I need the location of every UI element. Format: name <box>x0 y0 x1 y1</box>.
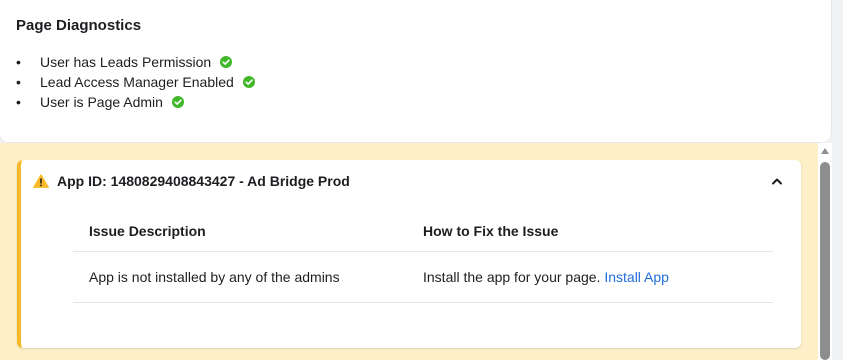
table-row: App is not installed by any of the admin… <box>73 252 773 303</box>
bullet: • <box>16 54 21 70</box>
diagnostics-list: • User has Leads Permission • Lead Acces… <box>16 52 255 112</box>
warning-icon <box>33 174 49 188</box>
diagnostics-item: • Lead Access Manager Enabled <box>16 72 255 92</box>
issue-description-cell: App is not installed by any of the admin… <box>89 269 340 285</box>
diagnostics-item-label: Lead Access Manager Enabled <box>40 74 234 90</box>
app-issue-header: App ID: 1480829408843427 - Ad Bridge Pro… <box>33 173 350 189</box>
table-header-row: Issue Description How to Fix the Issue <box>73 210 773 252</box>
chevron-up-icon[interactable] <box>771 176 783 186</box>
app-issue-title: App ID: 1480829408843427 - Ad Bridge Pro… <box>57 173 350 189</box>
app-issue-card: App ID: 1480829408843427 - Ad Bridge Pro… <box>17 160 801 348</box>
scrollbar-thumb[interactable] <box>820 162 830 360</box>
bullet: • <box>16 94 21 110</box>
bullet: • <box>16 74 21 90</box>
column-header-how-to-fix: How to Fix the Issue <box>423 222 559 239</box>
issue-table: Issue Description How to Fix the Issue A… <box>73 210 773 303</box>
page-diagnostics-card: Page Diagnostics • User has Leads Permis… <box>0 0 831 142</box>
check-icon <box>242 76 255 88</box>
diagnostics-item-label: User has Leads Permission <box>40 54 212 70</box>
diagnostics-item: • User has Leads Permission <box>16 52 255 72</box>
install-app-link[interactable]: Install App <box>604 269 669 285</box>
diagnostics-item-label: User is Page Admin <box>40 94 163 110</box>
check-icon <box>220 56 233 68</box>
fix-text: Install the app for your page. <box>423 269 605 285</box>
column-header-issue-description: Issue Description <box>89 222 206 239</box>
diagnostics-item: • User is Page Admin <box>16 92 255 112</box>
scroll-up-arrow-icon[interactable] <box>821 148 829 154</box>
page-diagnostics-title: Page Diagnostics <box>16 17 142 34</box>
scrollbar[interactable] <box>818 143 832 360</box>
check-icon <box>171 96 184 108</box>
how-to-fix-cell: Install the app for your page. Install A… <box>423 269 773 285</box>
